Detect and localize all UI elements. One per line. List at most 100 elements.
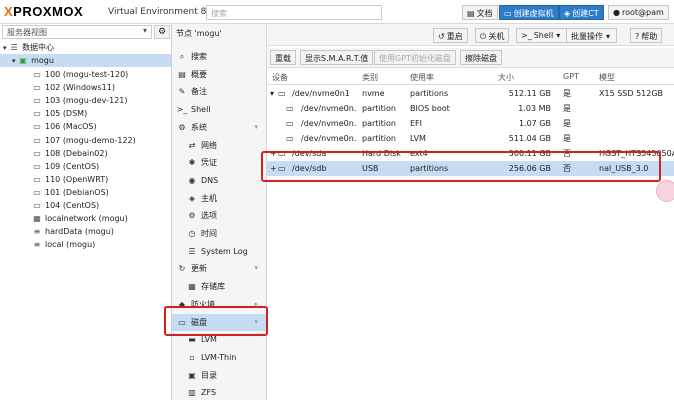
cell-gpt: 是 — [563, 119, 571, 128]
node-online-icon: ▣ — [19, 56, 27, 65]
nav-item-book[interactable]: ▤ 概要 — [172, 66, 266, 83]
notes-icon: ✎ — [178, 87, 186, 97]
nav-item-certificate[interactable]: ✱ 凭证 — [172, 154, 266, 171]
reboot-button[interactable]: ↺ 重启 — [433, 28, 468, 43]
column-size[interactable]: 大小 — [498, 72, 514, 83]
log-icon: ☰ — [188, 246, 196, 256]
tree-vm-item[interactable]: ▭ 105 (DSM) — [0, 107, 171, 120]
nav-item-gear[interactable]: ⚙ 系统 ▾ — [172, 119, 266, 136]
show-smart-button[interactable]: 显示S.M.A.R.T.值 — [300, 50, 374, 65]
nav-item-network[interactable]: ⇄ 网络 — [172, 137, 266, 154]
column-gpt[interactable]: GPT — [563, 72, 579, 81]
gear-icon[interactable]: ⚙ — [154, 25, 170, 39]
tree-vm-item[interactable]: ▭ 102 (Windows11) — [0, 81, 171, 94]
chevron-icon[interactable]: ▾ — [254, 314, 258, 331]
disk-row[interactable]: ▾ ▭/dev/nvme0n1 nvme partitions 512.11 GB 是 X1… — [267, 86, 674, 101]
nav-item-disk[interactable]: ▭ 磁盘 ▾ — [172, 313, 266, 331]
cell-device: /dev/nvme0n… — [301, 119, 357, 128]
nav-item-folder[interactable]: ▣ 目录 — [172, 367, 266, 384]
tree-vm-item[interactable]: ▭ 106 (MacOS) — [0, 120, 171, 133]
nav-item-clock[interactable]: ◷ 时间 — [172, 225, 266, 242]
cell-size: 512.11 GB — [508, 89, 551, 98]
disk-row[interactable]: ▭/dev/nvme0n… partition EFI 1.07 GB 是 — [267, 116, 674, 131]
reload-button[interactable]: 重载 — [270, 50, 296, 65]
chevron-down-icon: ▾ — [556, 31, 561, 40]
tree-node-mogu[interactable]: ▾ ▣ mogu — [0, 54, 171, 67]
folder-icon: ▣ — [188, 370, 196, 380]
nav-item-label: LVM — [201, 335, 217, 345]
help-icon: ? — [635, 32, 640, 41]
search-icon: ⌕ — [179, 52, 185, 61]
column-type[interactable]: 类别 — [362, 72, 378, 83]
nav-item-notes[interactable]: ✎ 备注 — [172, 83, 266, 100]
cell-type: partition — [362, 119, 396, 128]
tree-datacenter[interactable]: ▾ ☰ 数据中心 — [0, 41, 171, 54]
lvm-icon: ▬ — [188, 335, 196, 345]
tree-vm-item[interactable]: ▭ 110 (OpenWRT) — [0, 173, 171, 186]
shell-button[interactable]: >_ Shell ▾ — [516, 28, 568, 43]
nav-item-log[interactable]: ☰ System Log — [172, 243, 266, 260]
chevron-icon[interactable]: ▾ — [254, 119, 258, 136]
disk-row[interactable]: ▭/dev/nvme0n… partition LVM 511.04 GB 是 — [267, 131, 674, 146]
tree-storage-item[interactable]: ≡ local (mogu) — [0, 238, 171, 251]
floating-widget-icon[interactable] — [656, 180, 674, 202]
collapse-icon[interactable]: ▾ — [12, 57, 16, 65]
node-nav-panel: 节点 'mogu' ⌕ 搜索 ▤ 概要 ✎ 备注 >_ Shell ⚙ 系统 ▾ ⇄ 网络 ✱ 凭证 ◉ DNS… — [172, 24, 267, 400]
tree-storage-item[interactable]: ≡ hardData (mogu) — [0, 225, 171, 238]
column-usage[interactable]: 使用率 — [410, 72, 434, 83]
shutdown-button[interactable]: ⏻ 关机 — [475, 28, 510, 43]
init-gpt-button[interactable]: 使用GPT初始化磁盘 — [374, 50, 456, 65]
view-select[interactable]: 服务器视图 ▾ — [2, 25, 152, 39]
tree-vm-item[interactable]: ▭ 107 (mogu-demo-122) — [0, 134, 171, 147]
tree-vm-item[interactable]: ▭ 103 (mogu-dev-121) — [0, 94, 171, 107]
nav-item-shield[interactable]: ◆ 防火墙 ▸ — [172, 296, 266, 313]
tree-item-label: 108 (Debain02) — [45, 148, 108, 158]
tree-vm-item[interactable]: ▭ 108 (Debain02) — [0, 147, 171, 160]
column-model[interactable]: 模型 — [599, 72, 615, 83]
nav-item-repository[interactable]: ▦ 存储库 — [172, 278, 266, 295]
tree-vm-item[interactable]: ▭ 101 (DebianOS) — [0, 186, 171, 199]
vm-monitor-icon: ▭ — [33, 83, 41, 93]
help-button[interactable]: ? 帮助 — [630, 28, 663, 43]
disk-icon: ▭ — [286, 119, 294, 128]
cell-type: Hard Disk — [362, 149, 401, 158]
create-vm-button[interactable]: ▭ 创建虚拟机 — [499, 5, 559, 20]
top-bar: XPROXMOX Virtual Environment 8.2.4 搜索 ▤ 文… — [0, 0, 674, 24]
chevron-icon[interactable]: ▾ — [254, 260, 258, 277]
nav-item-terminal[interactable]: >_ Shell — [172, 101, 266, 118]
nav-item-refresh[interactable]: ↻ 更新 ▾ — [172, 260, 266, 277]
nav-item-search[interactable]: ⌕ 搜索 — [172, 48, 266, 65]
nav-item-lvm-thin[interactable]: ▫ LVM-Thin — [172, 349, 266, 366]
disk-icon: ▭ — [286, 134, 294, 143]
collapse-icon[interactable]: ▾ — [3, 44, 7, 52]
nav-item-options[interactable]: ⚙ 选项 — [172, 207, 266, 224]
disk-row[interactable]: ▭/dev/nvme0n… partition BIOS boot 1.03 MB 是 — [267, 101, 674, 116]
search-input[interactable]: 搜索 — [206, 5, 382, 20]
disk-row[interactable]: + ▭/dev/sda Hard Disk ext4 500.11 GB 否 HGST_HT… — [267, 146, 674, 161]
vm-monitor-icon: ▭ — [33, 148, 41, 158]
tree-item-label: 101 (DebianOS) — [45, 187, 109, 197]
user-menu-button[interactable]: ● root@pam — [608, 5, 669, 20]
disk-icon: ▭ — [286, 104, 294, 113]
chevron-icon[interactable]: ▸ — [254, 296, 258, 313]
create-ct-button[interactable]: ◈ 创建CT — [559, 5, 604, 20]
vm-monitor-icon: ▭ — [33, 174, 41, 184]
vm-monitor-icon: ▭ — [33, 70, 41, 79]
tree-vm-item[interactable]: ▭ 109 (CentOS) — [0, 160, 171, 173]
column-device[interactable]: 设备 — [272, 72, 288, 83]
nav-item-lvm[interactable]: ▬ LVM — [172, 331, 266, 348]
tree-vm-item[interactable]: ▭ 100 (mogu-test-120) — [0, 68, 171, 81]
storage-icon: ≡ — [33, 227, 41, 237]
nav-item-globe[interactable]: ◉ DNS — [172, 172, 266, 189]
docs-button[interactable]: ▤ 文档 — [462, 5, 498, 20]
vm-monitor-icon: ▭ — [33, 122, 41, 132]
nav-item-host[interactable]: ◈ 主机 — [172, 190, 266, 207]
nav-item-zfs[interactable]: ▥ ZFS — [172, 384, 266, 400]
disk-row[interactable]: + ▭/dev/sdb USB partitions 256.06 GB 否 nal_USB… — [267, 161, 674, 176]
tree-network-item[interactable]: ▦ localnetwork (mogu) — [0, 212, 171, 225]
tree-vm-item[interactable]: ▭ 104 (CentOS) — [0, 199, 171, 212]
refresh-icon: ↻ — [178, 264, 186, 274]
wipe-disk-button[interactable]: 擦除磁盘 — [460, 50, 502, 65]
bulk-actions-button[interactable]: 批量操作 ▾ — [566, 28, 618, 43]
repository-icon: ▦ — [188, 282, 196, 292]
